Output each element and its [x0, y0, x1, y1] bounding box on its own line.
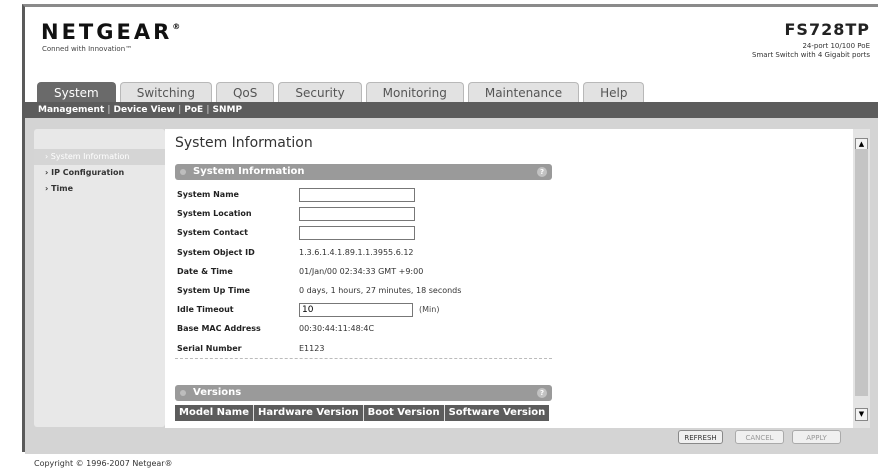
- system-object-id-value: 1.3.6.1.4.1.89.1.1.3955.6.12: [299, 247, 414, 257]
- column-header-hardware-version: Hardware Version: [254, 405, 364, 421]
- subnav-snmp[interactable]: SNMP: [210, 105, 246, 115]
- section-title: Versions: [193, 387, 242, 398]
- serial-number-value: E1123: [299, 343, 325, 353]
- nav-item-ip-configuration[interactable]: › IP Configuration: [34, 165, 165, 181]
- table-row: System Contact: [175, 223, 552, 242]
- table-row: System Name: [175, 185, 552, 204]
- tab-monitoring[interactable]: Monitoring: [365, 82, 464, 102]
- field-label: Idle Timeout: [177, 305, 234, 315]
- system-name-input[interactable]: [299, 187, 415, 202]
- idle-timeout-input[interactable]: [299, 302, 413, 317]
- model-desc-line1: 24-port 10/100 PoE: [802, 42, 870, 50]
- table-row: Serial Number E1123: [175, 339, 552, 358]
- field-label: System Location: [177, 209, 252, 219]
- refresh-button[interactable]: REFRESH: [678, 430, 723, 444]
- vertical-scrollbar[interactable]: ▲ ▼: [853, 129, 870, 428]
- idle-timeout-unit: (Min): [419, 305, 440, 315]
- subnav-separator: |: [206, 105, 210, 115]
- nav-item-system-information[interactable]: › System Information: [34, 149, 165, 165]
- tab-qos[interactable]: QoS: [215, 82, 275, 102]
- main-tabs: System Switching QoS Security Monitoring…: [37, 82, 648, 102]
- table-row: Idle Timeout (Min): [175, 300, 552, 319]
- logo-mark: ®: [172, 22, 181, 31]
- main-panel: System Information System Information ? …: [165, 129, 853, 428]
- field-label: System Name: [177, 190, 239, 200]
- nav-item-label: Time: [51, 184, 74, 193]
- section-bullet-icon: [180, 169, 186, 175]
- date-time-value: 01/Jan/00 02:34:33 GMT +9:00: [299, 266, 424, 276]
- help-icon[interactable]: ?: [537, 167, 547, 177]
- system-location-input[interactable]: [299, 206, 415, 221]
- versions-table-header: Model Name Hardware Version Boot Version…: [175, 405, 550, 421]
- field-label: Serial Number: [177, 343, 242, 353]
- base-mac-address-value: 00:30:44:11:48:4C: [299, 324, 375, 334]
- section-title: System Information: [193, 166, 305, 177]
- column-header-boot-version: Boot Version: [364, 405, 445, 421]
- field-label: Date & Time: [177, 266, 233, 276]
- cancel-button[interactable]: CANCEL: [735, 430, 784, 444]
- tab-security[interactable]: Security: [278, 82, 362, 102]
- system-information-table: System Name System Location System Conta…: [175, 185, 552, 359]
- field-label: System Contact: [177, 228, 248, 238]
- tab-switching[interactable]: Switching: [119, 82, 212, 102]
- model-description: 24-port 10/100 PoE Smart Switch with 4 G…: [752, 42, 870, 60]
- left-navigation: › System Information › IP Configuration …: [34, 129, 165, 427]
- app-frame: NETGEAR® Conned with Innovation™ FS728TP…: [22, 4, 878, 454]
- field-label: System Object ID: [177, 247, 255, 257]
- scrollbar-thumb[interactable]: [855, 149, 868, 396]
- logo-text: NETGEAR: [41, 20, 173, 44]
- table-row: System Up Time 0 days, 1 hours, 27 minut…: [175, 281, 552, 300]
- tab-maintenance[interactable]: Maintenance: [467, 82, 580, 102]
- table-row: Date & Time 01/Jan/00 02:34:33 GMT +9:00: [175, 262, 552, 281]
- system-contact-input[interactable]: [299, 225, 415, 240]
- versions-section-header: Versions ?: [175, 385, 552, 401]
- nav-item-time[interactable]: › Time: [34, 181, 165, 197]
- subnav-management[interactable]: Management: [35, 105, 107, 115]
- netgear-logo: NETGEAR®: [41, 20, 180, 44]
- sub-navigation: Management | Device View | PoE | SNMP: [25, 102, 878, 118]
- help-icon[interactable]: ?: [537, 388, 547, 398]
- nav-item-label: System Information: [50, 152, 130, 161]
- field-label: System Up Time: [177, 286, 251, 296]
- subnav-device-view[interactable]: Device View: [111, 105, 178, 115]
- field-label: Base MAC Address: [177, 324, 261, 334]
- subnav-poe[interactable]: PoE: [181, 105, 206, 115]
- model-name: FS728TP: [784, 20, 870, 39]
- tab-system[interactable]: System: [37, 82, 116, 102]
- copyright-footer: Copyright © 1996-2007 Netgear®: [34, 459, 173, 468]
- page-title: System Information: [175, 135, 313, 151]
- table-row: Base MAC Address 00:30:44:11:48:4C: [175, 319, 552, 338]
- system-uptime-value: 0 days, 1 hours, 27 minutes, 18 seconds: [299, 286, 462, 296]
- table-row: System Object ID 1.3.6.1.4.1.89.1.1.3955…: [175, 243, 552, 262]
- system-information-section-header: System Information ?: [175, 164, 552, 180]
- column-header-software-version: Software Version: [448, 407, 546, 418]
- table-row: System Location: [175, 204, 552, 223]
- apply-button[interactable]: APPLY: [792, 430, 841, 444]
- column-header-model-name: Model Name: [175, 405, 254, 421]
- nav-item-label: IP Configuration: [51, 168, 125, 177]
- section-bullet-icon: [180, 390, 186, 396]
- tagline: Conned with Innovation™: [42, 45, 133, 53]
- scroll-down-arrow-icon[interactable]: ▼: [855, 408, 868, 421]
- model-desc-line2: Smart Switch with 4 Gigabit ports: [752, 51, 870, 59]
- tab-help[interactable]: Help: [583, 82, 645, 102]
